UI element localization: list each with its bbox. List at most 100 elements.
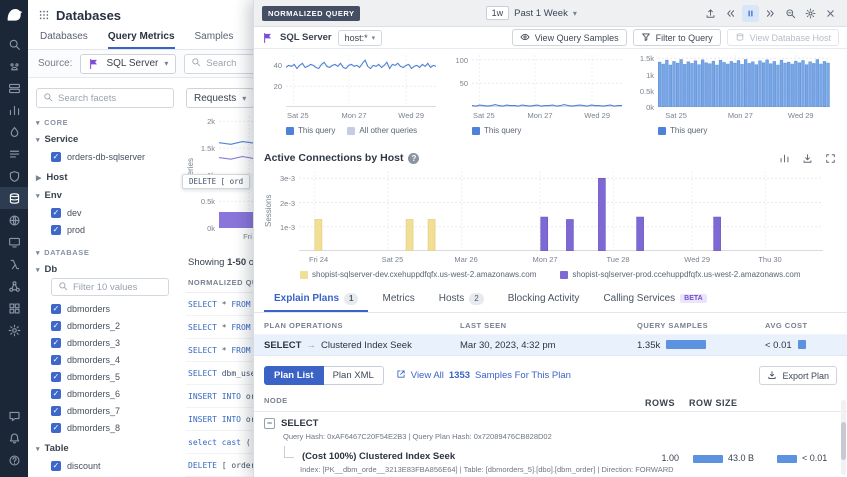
legend-item-shopist-sqlserver-prod[interactable]: shopist-sqlserver-prod.ccehuppdfqfx.us-w…	[560, 270, 800, 279]
rum-icon[interactable]	[0, 231, 28, 253]
facet-group-database[interactable]: ▾DATABASE	[36, 248, 174, 257]
checkbox-checked-icon[interactable]: ✓	[51, 208, 61, 218]
legend-item-this-query[interactable]: This query	[472, 126, 521, 135]
checkbox-checked-icon[interactable]: ✓	[51, 225, 61, 235]
facet-item-prod[interactable]: ✓ prod	[36, 221, 174, 238]
checkbox-checked-icon[interactable]: ✓	[51, 152, 61, 162]
host-filter-select[interactable]: host:* ▾	[338, 30, 383, 46]
serverless-icon[interactable]	[0, 253, 28, 275]
tab-metrics[interactable]: Metrics	[372, 287, 424, 312]
facet-section-table[interactable]: ▾Table	[36, 443, 174, 454]
zoom-out-icon[interactable]	[782, 5, 799, 22]
network-icon[interactable]	[0, 275, 28, 297]
datadog-logo[interactable]	[4, 5, 24, 25]
infrastructure-icon[interactable]	[0, 77, 28, 99]
share-icon[interactable]	[702, 5, 719, 22]
checkbox-checked-icon[interactable]: ✓	[51, 321, 61, 331]
facet-search-input[interactable]	[58, 93, 167, 104]
plan-list-button[interactable]: Plan List	[264, 366, 324, 385]
checkbox-checked-icon[interactable]: ✓	[51, 338, 61, 348]
facet-item-discount[interactable]: ✓discount	[36, 457, 174, 474]
facet-filter-input[interactable]	[73, 282, 162, 293]
metrics-icon[interactable]	[0, 99, 28, 121]
databases-icon[interactable]	[0, 187, 28, 209]
integrations-icon[interactable]	[0, 297, 28, 319]
legend-item-this-query[interactable]: This query	[658, 126, 707, 135]
time-range-label[interactable]: Past 1 Week	[514, 8, 568, 19]
facet-item-dev[interactable]: ✓dev	[36, 204, 174, 221]
facet-group-core[interactable]: ▾CORE	[36, 118, 174, 127]
facet-item-dbmorders[interactable]: ✓dbmorders	[36, 300, 174, 317]
checkbox-checked-icon[interactable]: ✓	[51, 372, 61, 382]
view-query-samples-button[interactable]: View Query Samples	[512, 29, 627, 46]
synthetics-icon[interactable]	[0, 209, 28, 231]
tab-calling-services[interactable]: Calling ServicesBETA	[593, 287, 716, 312]
help-icon[interactable]	[0, 449, 28, 471]
apps-grid-icon[interactable]	[38, 9, 50, 21]
time-range-short[interactable]: 1w	[486, 6, 510, 20]
plan-operations-row[interactable]: SELECT→Clustered Index Seek Mar 30, 2023…	[254, 334, 847, 356]
collapse-node-icon[interactable]: −	[264, 418, 275, 429]
settings-gear-icon[interactable]	[802, 5, 819, 22]
plan-node-row[interactable]: −SELECTQuery Hash: 0xAF6467C20F54E2B3 | …	[254, 412, 847, 445]
facet-item-dbmorders-4[interactable]: ✓dbmorders_4	[36, 351, 174, 368]
tab-blocking-activity[interactable]: Blocking Activity	[498, 287, 590, 312]
tab-hosts[interactable]: Hosts2	[429, 287, 494, 312]
time-range-control[interactable]: 1w Past 1 Week ▾	[486, 6, 577, 20]
facet-item-orders-db-sqlserver[interactable]: ✓orders-db-sqlserver	[36, 148, 174, 165]
scrollbar-thumb[interactable]	[841, 422, 846, 460]
checkbox-checked-icon[interactable]: ✓	[51, 389, 61, 399]
legend-item-all-other-queries[interactable]: All other queries	[347, 126, 417, 135]
checkbox-checked-icon[interactable]: ✓	[51, 406, 61, 416]
facet-item-dbmorders-5[interactable]: ✓dbmorders_5	[36, 368, 174, 385]
view-all-samples-link[interactable]: View All 1353 Samples For This Plan	[396, 369, 571, 382]
settings-icon[interactable]	[0, 319, 28, 341]
legend-item-this-query[interactable]: This query	[286, 126, 335, 135]
checkbox-checked-icon[interactable]: ✓	[51, 423, 61, 433]
search-icon[interactable]	[0, 33, 28, 55]
watchdog-icon[interactable]	[0, 55, 28, 77]
facet-section-service[interactable]: ▾Service	[36, 134, 174, 145]
tab-databases[interactable]: Databases	[40, 31, 88, 49]
facet-filter[interactable]	[51, 278, 169, 296]
security-icon[interactable]	[0, 165, 28, 187]
skip-forward-icon[interactable]	[762, 5, 779, 22]
facet-item-dbmorders-2[interactable]: ✓dbmorders_2	[36, 317, 174, 334]
facet-section-host[interactable]: ▶Host	[36, 172, 174, 183]
notifications-icon[interactable]	[0, 427, 28, 449]
plan-node-row[interactable]: (Cost 100%) Clustered Index SeekIndex: […	[254, 445, 847, 477]
facet-item-dbmorders-8[interactable]: ✓dbmorders_8	[36, 419, 174, 436]
source-select[interactable]: SQL Server ▾	[80, 54, 176, 74]
legend-item-shopist-sqlserver-dev[interactable]: shopist-sqlserver-dev.cxehuppdfqfx.us-we…	[300, 270, 536, 279]
facet-section-env[interactable]: ▾Env	[36, 190, 174, 201]
tab-explain-plans[interactable]: Explain Plans1	[264, 287, 368, 312]
plan-xml-button[interactable]: Plan XML	[324, 366, 384, 385]
export-plan-button[interactable]: Export Plan	[759, 366, 837, 385]
facet-item-dbmorders-6[interactable]: ✓dbmorders_6	[36, 385, 174, 402]
fullscreen-icon[interactable]	[823, 151, 837, 165]
facet-item-dbmorders-3[interactable]: ✓dbmorders_3	[36, 334, 174, 351]
facet-search[interactable]	[36, 88, 174, 108]
export-icon[interactable]	[800, 151, 814, 165]
apm-icon[interactable]	[0, 121, 28, 143]
chat-icon[interactable]	[0, 405, 28, 427]
logs-icon[interactable]	[0, 143, 28, 165]
tab-query-metrics[interactable]: Query Metrics	[108, 31, 175, 49]
checkbox-checked-icon[interactable]: ✓	[51, 304, 61, 314]
close-icon[interactable]	[822, 5, 839, 22]
filter-to-query-button[interactable]: Filter to Query	[633, 29, 721, 46]
legend-label: shopist-sqlserver-prod.ccehuppdfqfx.us-w…	[572, 270, 800, 279]
checkbox-checked-icon[interactable]: ✓	[51, 355, 61, 365]
skip-back-icon[interactable]	[722, 5, 739, 22]
pause-icon[interactable]	[742, 5, 759, 22]
metric-selector[interactable]: Requests ▾	[186, 88, 254, 108]
facet-item-label: prod	[67, 225, 85, 235]
help-icon[interactable]: ?	[408, 153, 419, 164]
tab-samples[interactable]: Samples	[195, 31, 234, 49]
facet-item-dbmorders-7[interactable]: ✓dbmorders_7	[36, 402, 174, 419]
app-root: Databases DatabasesQuery MetricsSamplesD…	[0, 0, 847, 477]
scrollbar[interactable]	[841, 400, 846, 475]
chart-type-icon[interactable]	[777, 151, 791, 165]
checkbox-checked-icon[interactable]: ✓	[51, 461, 61, 471]
facet-section-db[interactable]: ▾Db	[36, 264, 174, 275]
